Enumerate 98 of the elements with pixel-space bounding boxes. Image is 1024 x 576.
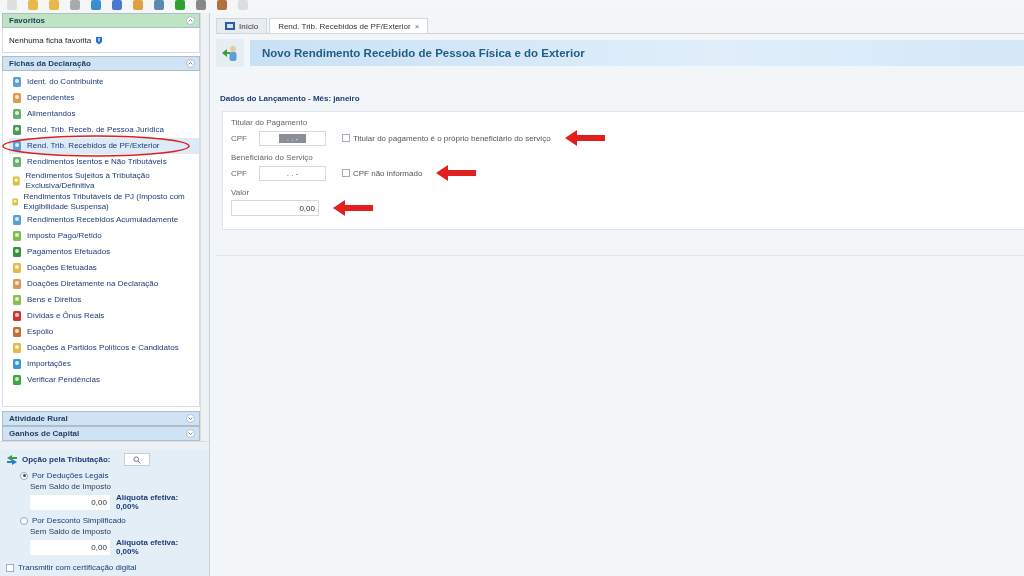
annotation-arrow [331, 199, 375, 217]
form-icon [11, 124, 23, 136]
sidebar-item[interactable]: Bens e Direitos [9, 292, 199, 308]
caption-text: Sem Saldo de Imposto [29, 482, 112, 491]
sidebar-item[interactable]: Verificar Pendências [9, 372, 199, 388]
rate-text: Alíquota efetiva: 0,00% [115, 538, 180, 556]
field-label: CPF [231, 133, 247, 143]
arrows-icon [6, 454, 18, 465]
section-header[interactable]: Ganhos de Capital [2, 426, 200, 441]
scrollbar[interactable] [200, 13, 209, 441]
checkbox[interactable] [342, 134, 350, 142]
section-title: Dados do Lançamento - Mês: janeiro [220, 94, 361, 103]
toolbar-icon[interactable] [111, 0, 123, 11]
sidebar-item[interactable]: Dívidas e Ônus Reais [9, 308, 199, 324]
radio-label: Por Desconto Simplificado [32, 516, 126, 525]
sidebar-item[interactable]: Doações Diretamente na Declaração [9, 276, 199, 292]
collapse-icon[interactable] [186, 59, 195, 68]
sidebar-item[interactable]: Rendimentos Isentos e Não Tributáveis [9, 154, 199, 170]
form-icon [11, 174, 22, 187]
form-icon [11, 92, 23, 104]
toolbar-icon[interactable] [195, 0, 207, 11]
tab[interactable]: Início [216, 18, 268, 33]
radio-option[interactable]: Por Deduções Legais [20, 471, 203, 480]
checkbox[interactable] [342, 169, 350, 177]
cpf-mask: . . - [285, 168, 300, 178]
section-header[interactable]: Favoritos [2, 13, 200, 28]
toolbar-icon[interactable] [27, 0, 39, 11]
section-title: Opção pela Tributação: [22, 455, 111, 464]
form-icon [11, 374, 23, 386]
form-icon [11, 140, 23, 152]
sidebar-item[interactable]: Rend. Trib. Receb. de Pessoa Jurídica [9, 122, 199, 138]
form-icon [11, 326, 23, 338]
form-icon [11, 230, 23, 242]
form-icon [11, 262, 23, 274]
sidebar-item[interactable]: Importações [9, 356, 199, 372]
checkbox-label: CPF não informado [353, 168, 423, 178]
sidebar-item[interactable]: Doações Efetuadas [9, 260, 199, 276]
amount-field: 0,00 [30, 539, 110, 555]
info-icon [95, 35, 104, 45]
sidebar-item[interactable]: Imposto Pago/Retido [9, 228, 199, 244]
sidebar-item[interactable]: Rendimentos Recebidos Acumuladamente [9, 212, 199, 228]
checkbox-label: Transmitir com certificação digital [18, 563, 137, 572]
field-label: Valor [231, 188, 251, 197]
sidebar-item[interactable]: Dependentes [9, 90, 199, 106]
form-icon [11, 278, 23, 290]
form-icon [11, 76, 23, 88]
search-icon [133, 455, 142, 464]
toolbar-icon[interactable] [90, 0, 102, 11]
cpf-mask: . . - [278, 133, 307, 143]
sidebar-item[interactable]: Doações a Partidos Políticos e Candidatos [9, 340, 199, 356]
annotation-arrow [434, 164, 479, 182]
person-arrow-icon [221, 44, 239, 62]
checkbox-label: Titular do pagamento é o próprio beneficiário do serviço [353, 133, 551, 143]
form-icon [11, 156, 23, 168]
sidebar-item[interactable]: Alimentandos [9, 106, 199, 122]
field-label: CPF [231, 168, 247, 178]
sidebar-item[interactable]: Rendimentos Tributáveis de PJ (Imposto com Exigibilidade Suspensa) [9, 191, 199, 212]
close-button[interactable]: × [414, 21, 420, 31]
toolbar-icon[interactable] [153, 0, 165, 11]
group-label: Titular do Pagamento [231, 118, 309, 127]
toolbar-icon[interactable] [174, 0, 186, 11]
caption-text: Sem Saldo de Imposto [29, 527, 112, 536]
radio-label: Por Deduções Legais [32, 471, 109, 480]
expand-icon[interactable] [186, 429, 195, 438]
toolbar-icon[interactable] [132, 0, 144, 11]
toolbar-icon[interactable] [48, 0, 60, 11]
empty-text: Nenhuma ficha favorita [9, 35, 92, 45]
form-icon [11, 358, 23, 370]
sidebar-item[interactable]: Rendimentos Sujeitos à Tributação Exclusiva/Definitiva [9, 170, 199, 191]
checkbox[interactable] [6, 563, 14, 572]
form-icon [11, 108, 23, 120]
form-icon [11, 310, 23, 322]
scrollbar[interactable] [0, 441, 209, 449]
sidebar-item[interactable]: Espólio [9, 324, 199, 340]
page-title: Novo Rendimento Recebido de Pessoa Física e do Exterior [250, 40, 1024, 66]
sidebar-item[interactable]: Ident. do Contribuinte [9, 74, 199, 90]
home-icon [225, 22, 235, 30]
form-icon [11, 246, 23, 258]
form-icon [11, 294, 23, 306]
amount-field: 0,00 [30, 494, 110, 510]
radio-button[interactable] [20, 471, 28, 480]
section-header[interactable]: Fichas da Declaração [2, 56, 200, 71]
toolbar-icon[interactable] [69, 0, 81, 11]
radio-button[interactable] [20, 516, 28, 525]
toolbar-icon[interactable] [216, 0, 228, 11]
cpf-field[interactable]: . . - [259, 165, 326, 181]
form-icon [11, 214, 23, 226]
section-header[interactable]: Atividade Rural [2, 411, 200, 426]
amount-field[interactable]: 0,00 [231, 200, 319, 216]
rate-text: Alíquota efetiva: 0,00% [115, 493, 180, 511]
radio-option[interactable]: Por Desconto Simplificado [20, 516, 203, 525]
collapse-icon[interactable] [186, 16, 195, 25]
tab[interactable]: Rend. Trib. Recebidos de PF/Exterior × [269, 18, 429, 33]
form-icon [11, 342, 23, 354]
group-label: Beneficiário do Serviço [231, 153, 314, 162]
sidebar-item[interactable]: Pagamentos Efetuados [9, 244, 199, 260]
search-button[interactable] [124, 453, 151, 466]
expand-icon[interactable] [186, 414, 195, 423]
